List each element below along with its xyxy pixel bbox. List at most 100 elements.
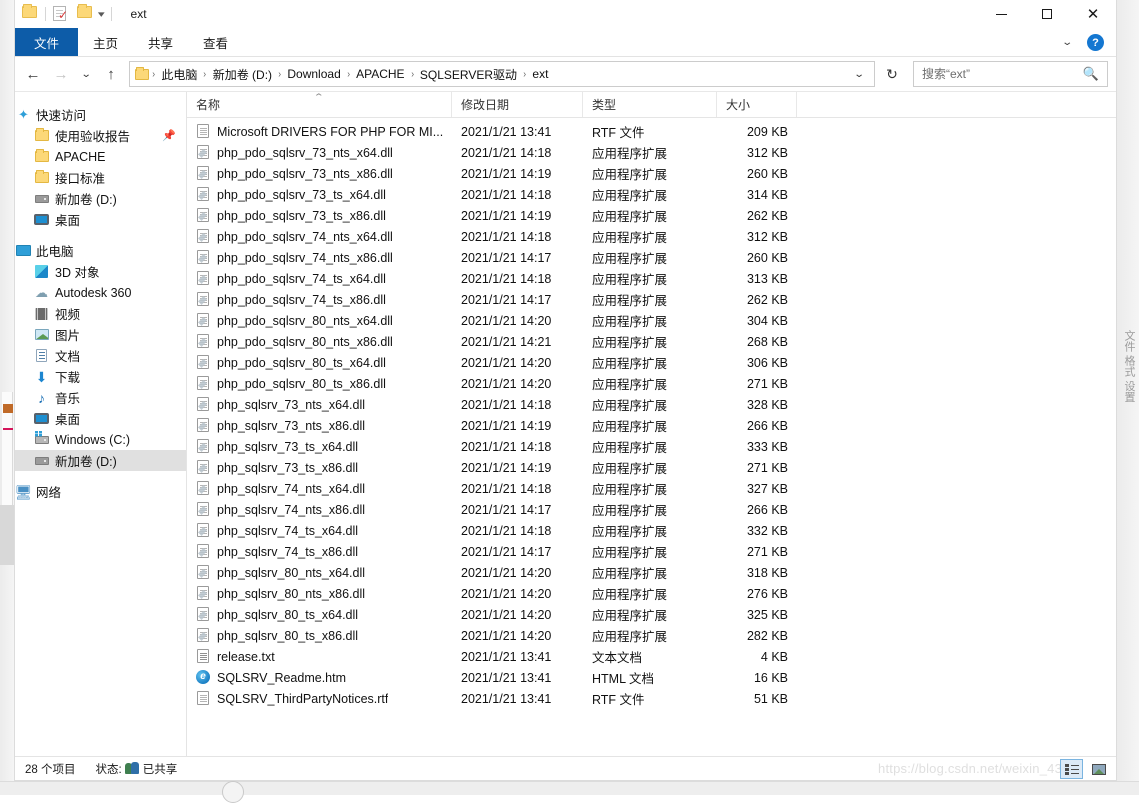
breadcrumb-separator[interactable]: › [203,69,208,80]
sidebar-group-quick-access[interactable]: ✦ 快速访问 [15,104,186,125]
details-view-button[interactable] [1060,759,1083,779]
quick-access-chevron-down-icon[interactable]: ▾ [98,9,105,20]
table-row[interactable]: php_pdo_sqlsrv_73_nts_x86.dll2021/1/21 1… [187,163,1116,184]
breadcrumb-item-this-pc[interactable]: 此电脑 [156,64,202,85]
sidebar-item-downloads[interactable]: ⬇ 下载 [15,366,186,387]
sidebar-item-desktop-quick[interactable]: 桌面 [15,209,186,230]
address-dropdown-icon[interactable]: ⌄ [841,69,877,80]
breadcrumb-item-drive-d[interactable]: 新加卷 (D:) [208,64,277,85]
cell-size: 51 KB [717,692,797,706]
table-row[interactable]: php_sqlsrv_74_ts_x64.dll2021/1/21 14:18应… [187,520,1116,541]
table-row[interactable]: php_pdo_sqlsrv_80_nts_x64.dll2021/1/21 1… [187,310,1116,331]
table-row[interactable]: php_pdo_sqlsrv_74_ts_x86.dll2021/1/21 14… [187,289,1116,310]
sidebar-item-windows-c[interactable]: Windows (C:) [15,429,186,450]
table-row[interactable]: php_pdo_sqlsrv_73_ts_x86.dll2021/1/21 14… [187,205,1116,226]
minimize-button[interactable] [978,0,1024,28]
sidebar-item-3d-objects[interactable]: 3D 对象 [15,261,186,282]
table-row[interactable]: php_pdo_sqlsrv_74_ts_x64.dll2021/1/21 14… [187,268,1116,289]
sidebar-item-label: Windows (C:) [55,433,130,447]
breadcrumb-separator[interactable]: › [410,69,415,80]
sidebar-item-desktop[interactable]: 桌面 [15,408,186,429]
table-row[interactable]: php_sqlsrv_74_ts_x86.dll2021/1/21 14:17应… [187,541,1116,562]
sidebar-group-this-pc[interactable]: 此电脑 [15,240,186,261]
help-icon[interactable]: ? [1087,34,1104,51]
quick-access-folder-icon[interactable] [22,6,38,22]
up-button[interactable]: ↑ [97,61,125,87]
column-header-name[interactable]: 名称 ⌃ [187,92,452,117]
sidebar-item-music[interactable]: ♪ 音乐 [15,387,186,408]
search-box[interactable]: 🔍 [913,61,1108,87]
sidebar-item-apache[interactable]: APACHE [15,146,186,167]
sidebar-group-network[interactable]: 🖥 网络 [15,481,186,502]
table-row[interactable]: SQLSRV_ThirdPartyNotices.rtf2021/1/21 13… [187,688,1116,709]
column-header-filler[interactable] [797,92,1116,117]
search-icon[interactable]: 🔍 [1083,66,1099,82]
file-rows-container: Microsoft DRIVERS FOR PHP FOR MI...2021/… [187,118,1116,756]
sidebar-item-pictures[interactable]: 图片 [15,324,186,345]
breadcrumb-item-download[interactable]: Download [282,65,345,83]
cell-type: 应用程序扩展 [583,521,717,540]
tab-share[interactable]: 共享 [133,28,188,56]
recent-locations-button[interactable]: ⌄ [75,61,97,87]
breadcrumb-separator[interactable]: › [522,69,527,80]
properties-icon[interactable]: ✓ [53,6,69,22]
table-row[interactable]: php_sqlsrv_80_ts_x86.dll2021/1/21 14:20应… [187,625,1116,646]
tab-file[interactable]: 文件 [15,28,78,56]
sidebar-item-acceptance-report[interactable]: 使用验收报告 📌 [15,125,186,146]
sidebar-item-interface-standard[interactable]: 接口标准 [15,167,186,188]
table-row[interactable]: php_pdo_sqlsrv_74_nts_x64.dll2021/1/21 1… [187,226,1116,247]
table-row[interactable]: php_sqlsrv_80_ts_x64.dll2021/1/21 14:20应… [187,604,1116,625]
new-folder-icon[interactable] [77,6,93,22]
table-row[interactable]: php_pdo_sqlsrv_80_ts_x86.dll2021/1/21 14… [187,373,1116,394]
file-name-label: php_sqlsrv_80_ts_x64.dll [217,608,358,622]
table-row[interactable]: php_sqlsrv_73_ts_x86.dll2021/1/21 14:19应… [187,457,1116,478]
forward-button[interactable]: → [47,61,75,87]
table-row[interactable]: Microsoft DRIVERS FOR PHP FOR MI...2021/… [187,121,1116,142]
background-accent-pink [3,428,13,430]
table-row[interactable]: php_pdo_sqlsrv_73_ts_x64.dll2021/1/21 14… [187,184,1116,205]
table-row[interactable]: php_sqlsrv_74_nts_x64.dll2021/1/21 14:18… [187,478,1116,499]
sidebar-item-autodesk-360[interactable]: ☁ Autodesk 360 [15,282,186,303]
large-icons-view-button[interactable] [1087,759,1110,779]
breadcrumb-item-ext[interactable]: ext [527,65,553,83]
details-view-icon [1065,764,1079,775]
breadcrumb-separator[interactable]: › [277,69,282,80]
breadcrumb-item-apache[interactable]: APACHE [351,65,409,83]
column-header-date-modified[interactable]: 修改日期 [452,92,583,117]
file-name-label: php_sqlsrv_80_nts_x86.dll [217,587,365,601]
column-header-size[interactable]: 大小 [717,92,797,117]
sidebar-item-drive-d[interactable]: 新加卷 (D:) [15,450,186,471]
table-row[interactable]: php_pdo_sqlsrv_80_nts_x86.dll2021/1/21 1… [187,331,1116,352]
table-row[interactable]: php_sqlsrv_73_ts_x64.dll2021/1/21 14:18应… [187,436,1116,457]
chevron-down-icon[interactable]: ⌄ [1053,35,1082,50]
sidebar-item-label: 音乐 [55,388,80,407]
breadcrumb-separator[interactable]: › [151,69,156,80]
table-row[interactable]: php_pdo_sqlsrv_74_nts_x86.dll2021/1/21 1… [187,247,1116,268]
breadcrumb-separator[interactable]: › [346,69,351,80]
quick-access-divider-1 [45,7,46,21]
table-row[interactable]: php_pdo_sqlsrv_73_nts_x64.dll2021/1/21 1… [187,142,1116,163]
breadcrumb-item-sqlserver-driver[interactable]: SQLSERVER驱动 [415,64,522,85]
table-row[interactable]: php_sqlsrv_80_nts_x86.dll2021/1/21 14:20… [187,583,1116,604]
table-row[interactable]: eSQLSRV_Readme.htm2021/1/21 13:41HTML 文档… [187,667,1116,688]
address-bar[interactable]: › 此电脑 › 新加卷 (D:) › Download › APACHE › S… [129,61,875,87]
close-button[interactable]: ✕ [1070,0,1116,28]
table-row[interactable]: php_sqlsrv_73_nts_x64.dll2021/1/21 14:18… [187,394,1116,415]
table-row[interactable]: php_pdo_sqlsrv_80_ts_x64.dll2021/1/21 14… [187,352,1116,373]
tab-view[interactable]: 查看 [188,28,243,56]
refresh-button[interactable]: ↻ [877,61,907,87]
sidebar-item-documents[interactable]: 文档 [15,345,186,366]
search-input[interactable] [922,67,1083,81]
maximize-button[interactable] [1024,0,1070,28]
title-bar: ✓ ▾ ext ✕ [15,0,1116,28]
tab-home[interactable]: 主页 [78,28,133,56]
sidebar-item-drive-d-quick[interactable]: 新加卷 (D:) [15,188,186,209]
table-row[interactable]: release.txt2021/1/21 13:41文本文档4 KB [187,646,1116,667]
table-row[interactable]: php_sqlsrv_74_nts_x86.dll2021/1/21 14:17… [187,499,1116,520]
column-header-type[interactable]: 类型 [583,92,717,117]
table-row[interactable]: php_sqlsrv_80_nts_x64.dll2021/1/21 14:20… [187,562,1116,583]
back-button[interactable]: ← [19,61,47,87]
table-row[interactable]: php_sqlsrv_73_nts_x86.dll2021/1/21 14:19… [187,415,1116,436]
sidebar-item-videos[interactable]: 视频 [15,303,186,324]
pin-icon[interactable]: 📌 [162,129,176,142]
